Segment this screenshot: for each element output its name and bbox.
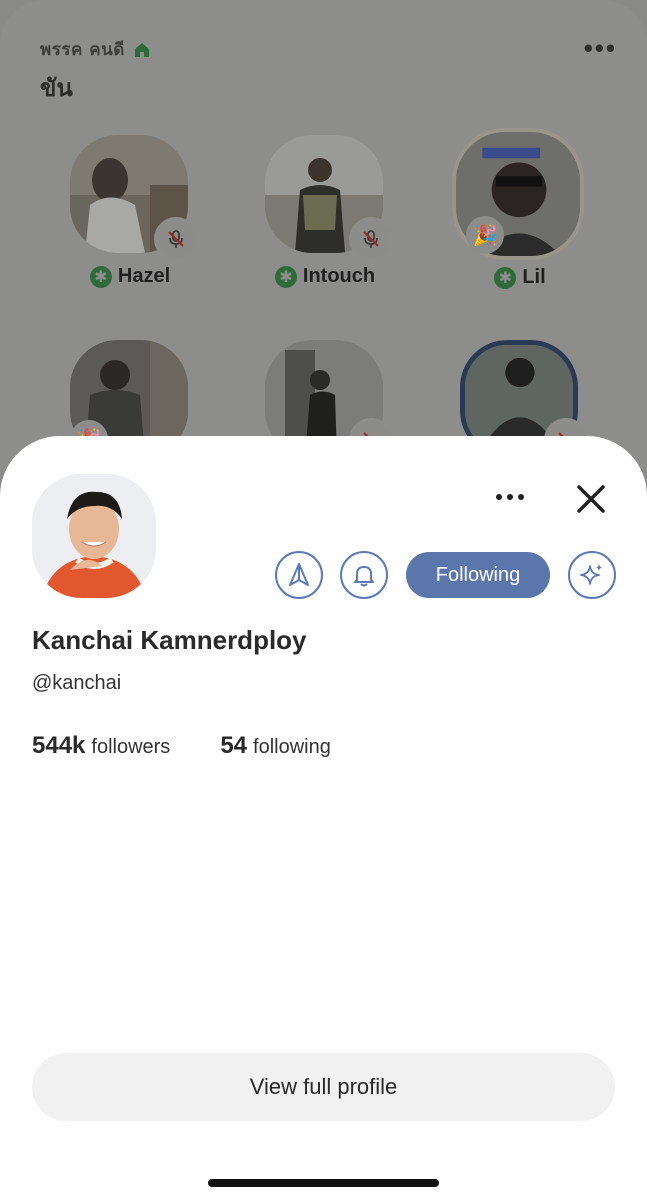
speaker-name: Intouch <box>302 265 376 287</box>
room-more-icon[interactable]: ••• <box>584 35 617 61</box>
view-full-profile-button[interactable]: View full profile <box>32 1053 615 1121</box>
followers-link[interactable]: 544k followers <box>32 732 170 760</box>
notifications-button[interactable] <box>340 551 388 599</box>
mic-muted-icon <box>154 217 198 261</box>
speaker-name-row: ✱ Lil <box>452 266 588 289</box>
more-options-icon[interactable] <box>490 482 530 512</box>
following-link[interactable]: 54 following <box>220 732 331 760</box>
club-name[interactable]: พรรค คนดี <box>40 36 125 63</box>
speaker-name: Hazel <box>117 265 171 287</box>
profile-username: @kanchai <box>32 672 122 694</box>
mic-muted-icon <box>349 217 393 261</box>
followers-count: 544k <box>32 732 86 759</box>
profile-avatar[interactable] <box>32 474 156 598</box>
close-icon[interactable] <box>572 480 610 518</box>
profile-sheet: Following Kanchai Kamnerdploy @kanchai 5… <box>0 436 647 1200</box>
moderator-icon: ✱ <box>274 265 297 288</box>
sparkles-icon <box>580 564 602 585</box>
bell-icon <box>354 566 374 587</box>
club-header[interactable]: พรรค คนดี <box>40 36 151 63</box>
house-icon <box>134 42 149 57</box>
send-ping-button[interactable] <box>275 551 323 599</box>
followers-label: followers <box>91 736 171 758</box>
following-count: 54 <box>220 732 248 759</box>
paper-plane-icon <box>289 563 309 586</box>
moderator-icon: ✱ <box>494 266 517 289</box>
home-indicator[interactable] <box>208 1179 439 1187</box>
speaker-name-row: ✱ Intouch <box>257 265 393 288</box>
party-popper-icon: 🎉 <box>466 216 504 254</box>
profile-stats: 544k followers 54 following <box>32 732 331 760</box>
room-background: พรรค คนดี ขัน ••• ✱ Hazel ✱ Intouch 🎉 ✱ … <box>0 0 647 470</box>
sparkle-button[interactable] <box>568 551 616 599</box>
room-topic: ขัน <box>40 74 73 102</box>
speaker-name-row: ✱ Hazel <box>62 265 198 288</box>
moderator-icon: ✱ <box>89 265 112 288</box>
following-button[interactable]: Following <box>406 552 550 598</box>
profile-full-name: Kanchai Kamnerdploy <box>32 625 307 655</box>
speaker-name: Lil <box>522 266 546 288</box>
following-label: following <box>253 736 331 758</box>
